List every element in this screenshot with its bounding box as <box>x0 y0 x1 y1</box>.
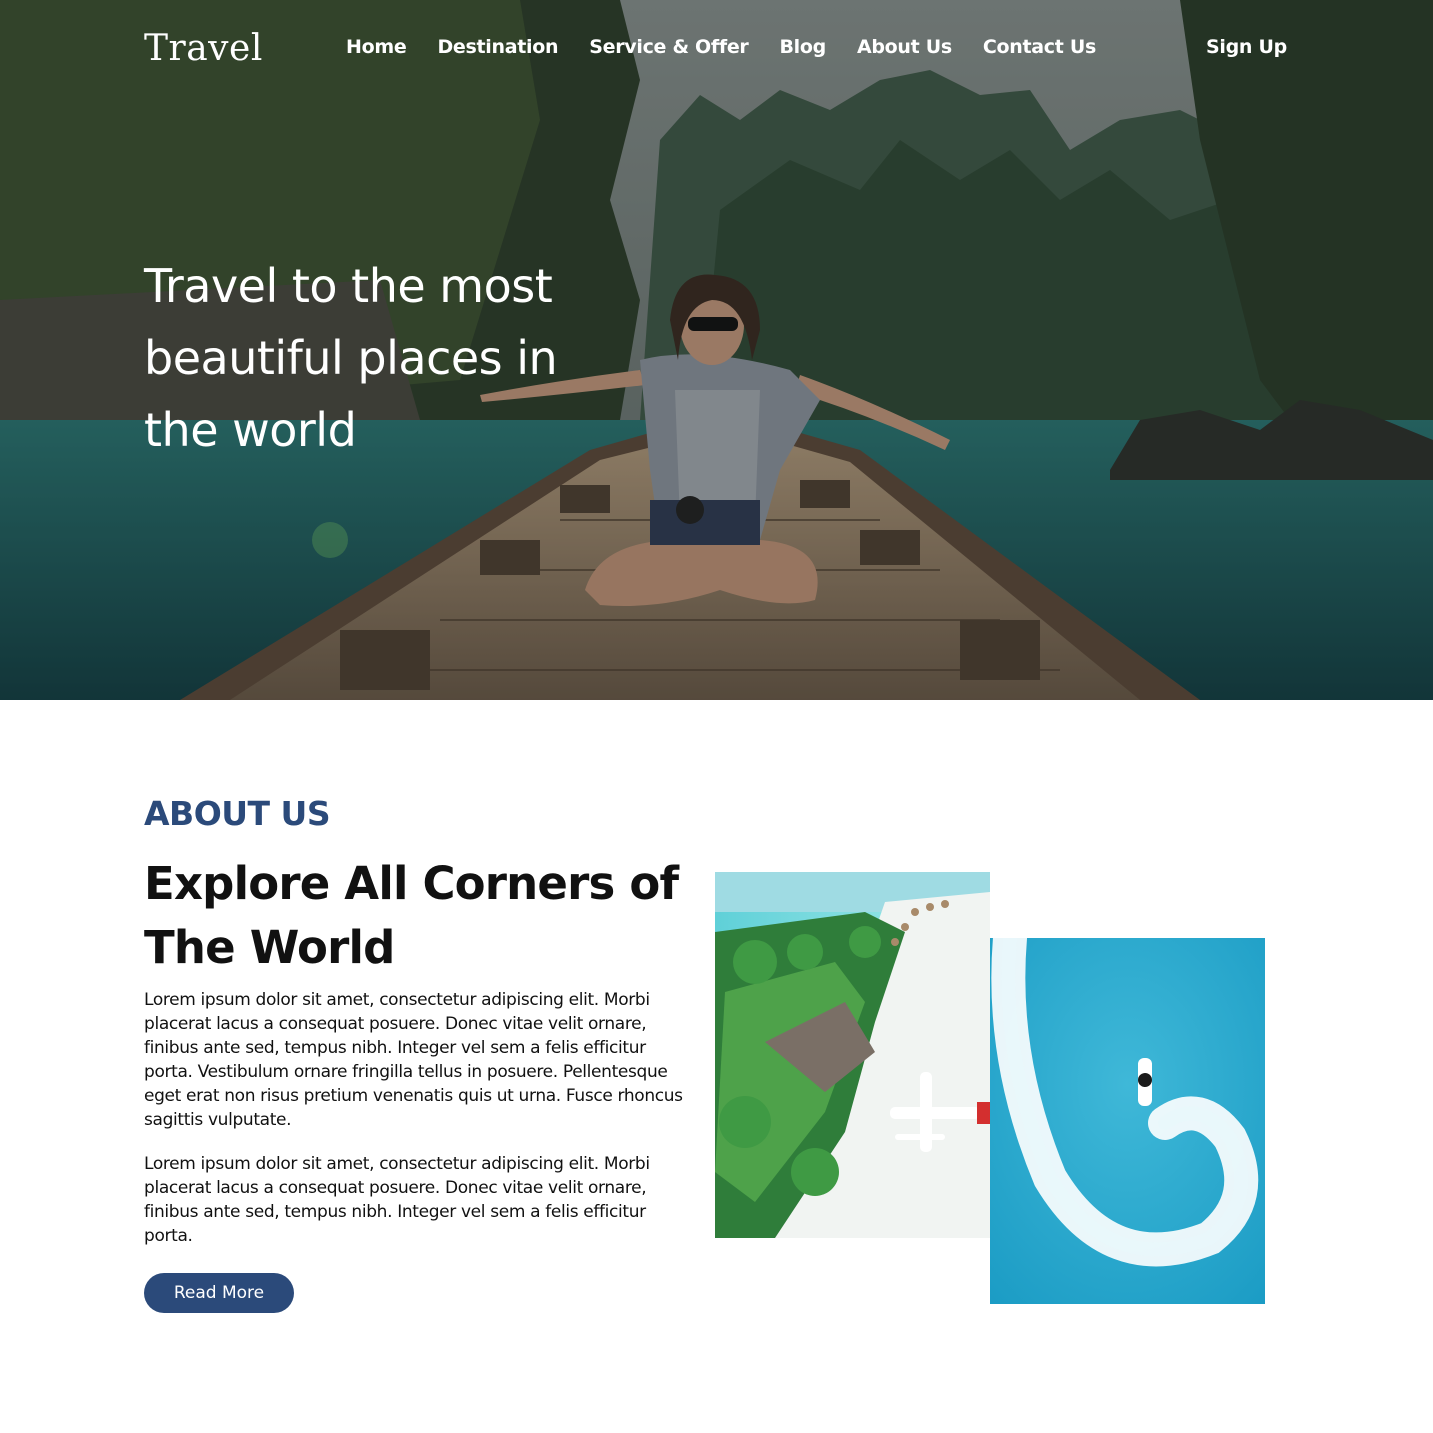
about-paragraph-2: Lorem ipsum dolor sit amet, consectetur … <box>144 1154 650 1246</box>
read-more-button[interactable]: Read More <box>144 1273 294 1313</box>
sign-up-link[interactable]: Sign Up <box>1206 36 1287 58</box>
about-eyebrow: ABOUT US <box>144 794 331 833</box>
hero-section: Travel Home Destination Service & Offer … <box>0 0 1433 700</box>
beach-island-photo <box>715 872 990 1238</box>
site-logo[interactable]: Travel <box>144 28 263 69</box>
nav-item-about-us[interactable]: About Us <box>857 36 952 58</box>
jet-ski-photo <box>990 938 1265 1304</box>
nav-item-service-offer[interactable]: Service & Offer <box>589 36 749 58</box>
nav-item-destination[interactable]: Destination <box>437 36 558 58</box>
nav-item-contact-us[interactable]: Contact Us <box>983 36 1096 58</box>
main-nav: Home Destination Service & Offer Blog Ab… <box>346 36 1096 58</box>
about-title: Explore All Corners of The World <box>144 857 679 974</box>
about-paragraph-1: Lorem ipsum dolor sit amet, consectetur … <box>144 990 683 1130</box>
nav-item-home[interactable]: Home <box>346 36 407 58</box>
hero-headline: Travel to the most beautiful places in t… <box>144 259 558 457</box>
nav-item-blog[interactable]: Blog <box>779 36 826 58</box>
